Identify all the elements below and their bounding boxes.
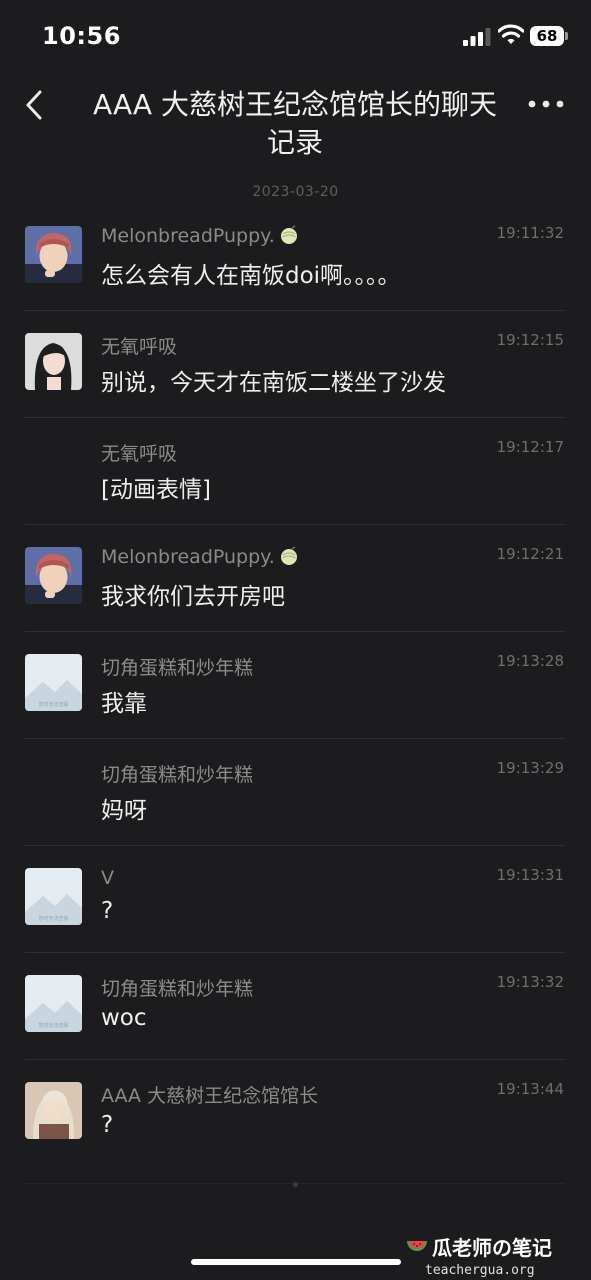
message-text: 妈呀 [101, 798, 147, 824]
avatar[interactable] [25, 333, 82, 390]
message-time: 19:12:17 [496, 438, 564, 456]
sender-name: 切角蛋糕和炒年糕 [101, 657, 254, 679]
avatar[interactable] [25, 547, 82, 604]
melon-emoji-icon [280, 546, 297, 565]
message-text: ? [101, 898, 114, 924]
message-time: 19:13:29 [496, 759, 564, 777]
more-options-icon[interactable] [528, 94, 564, 114]
message-time: 19:12:21 [496, 545, 564, 563]
cellular-signal-icon [463, 28, 491, 46]
message-item[interactable]: 暂时无法查看 V 19:13:31 ? [0, 846, 591, 953]
sender-name: MelonbreadPuppy. [101, 225, 299, 247]
message-text: 别说，今天才在南饭二楼坐了沙发 [101, 370, 446, 396]
sender-name: MelonbreadPuppy. [101, 546, 299, 568]
message-time: 19:13:31 [496, 866, 564, 884]
back-icon[interactable] [22, 88, 52, 122]
message-text: 我求你们去开房吧 [101, 584, 285, 610]
message-item[interactable]: MelonbreadPuppy. 19:12:21 我求你们去开房吧 [0, 525, 591, 632]
message-item[interactable]: MelonbreadPuppy. 19:11:32 怎么会有人在南饭doi啊。。… [0, 204, 591, 311]
message-item[interactable]: 无氧呼吸 19:12:15 别说，今天才在南饭二楼坐了沙发 [0, 311, 591, 418]
message-text: ? [101, 1112, 114, 1138]
message-item[interactable]: 切角蛋糕和炒年糕 19:13:29 妈呀 [0, 739, 591, 846]
watermelon-icon [407, 1241, 427, 1251]
message-time: 19:12:15 [496, 331, 564, 349]
placeholder-avatar-icon[interactable]: 暂时无法查看 [25, 975, 82, 1032]
melon-emoji-icon [280, 225, 297, 244]
battery-indicator: 68 [530, 26, 564, 46]
avatar[interactable] [25, 1082, 82, 1139]
sender-name: V [101, 867, 114, 889]
list-end-dot [293, 1182, 298, 1187]
sender-name: 无氧呼吸 [101, 336, 178, 358]
watermark: 瓜老师の笔记 teachergua.org [405, 1232, 575, 1278]
message-time: 19:13:44 [496, 1080, 564, 1098]
wifi-icon [498, 24, 524, 44]
message-text: [动画表情] [101, 477, 211, 503]
message-text: 怎么会有人在南饭doi啊。。。。 [101, 263, 401, 289]
home-indicator[interactable] [191, 1259, 401, 1265]
avatar[interactable] [25, 226, 82, 283]
message-text: 我靠 [101, 691, 147, 717]
message-item[interactable]: AAA 大慈树王纪念馆馆长 19:13:44 ? [0, 1060, 591, 1167]
status-time: 10:56 [42, 22, 121, 50]
message-item[interactable]: 暂时无法查看 切角蛋糕和炒年糕 19:13:28 我靠 [0, 632, 591, 739]
message-text: woc [101, 1005, 147, 1031]
status-bar: 10:56 68 [0, 0, 591, 72]
battery-tip [565, 32, 568, 40]
watermark-url: teachergua.org [425, 1263, 535, 1278]
page-title: AAA 大慈树王纪念馆馆长的聊天记录 [93, 88, 497, 159]
message-time: 19:11:32 [496, 224, 564, 242]
watermark-title: 瓜老师の笔记 [405, 1232, 575, 1261]
svg-text:暂时无法查看: 暂时无法查看 [38, 1022, 68, 1029]
message-item[interactable]: 暂时无法查看 切角蛋糕和炒年糕 19:13:32 woc [0, 953, 591, 1060]
sender-name: 切角蛋糕和炒年糕 [101, 978, 254, 1000]
message-list: MelonbreadPuppy. 19:11:32 怎么会有人在南饭doi啊。。… [0, 204, 591, 1167]
sender-name: 切角蛋糕和炒年糕 [101, 764, 254, 786]
svg-text:暂时无法查看: 暂时无法查看 [38, 701, 68, 708]
message-time: 19:13:32 [496, 973, 564, 991]
nav-bar: AAA 大慈树王纪念馆馆长的聊天记录 [0, 80, 591, 164]
placeholder-avatar-icon[interactable]: 暂时无法查看 [25, 654, 82, 711]
date-separator: 2023-03-20 [252, 184, 339, 200]
svg-text:暂时无法查看: 暂时无法查看 [38, 915, 68, 922]
message-time: 19:13:28 [496, 652, 564, 670]
message-item[interactable]: 无氧呼吸 19:12:17 [动画表情] [0, 418, 591, 525]
placeholder-avatar-icon[interactable]: 暂时无法查看 [25, 868, 82, 925]
sender-name: AAA 大慈树王纪念馆馆长 [101, 1085, 319, 1107]
sender-name: 无氧呼吸 [101, 443, 178, 465]
